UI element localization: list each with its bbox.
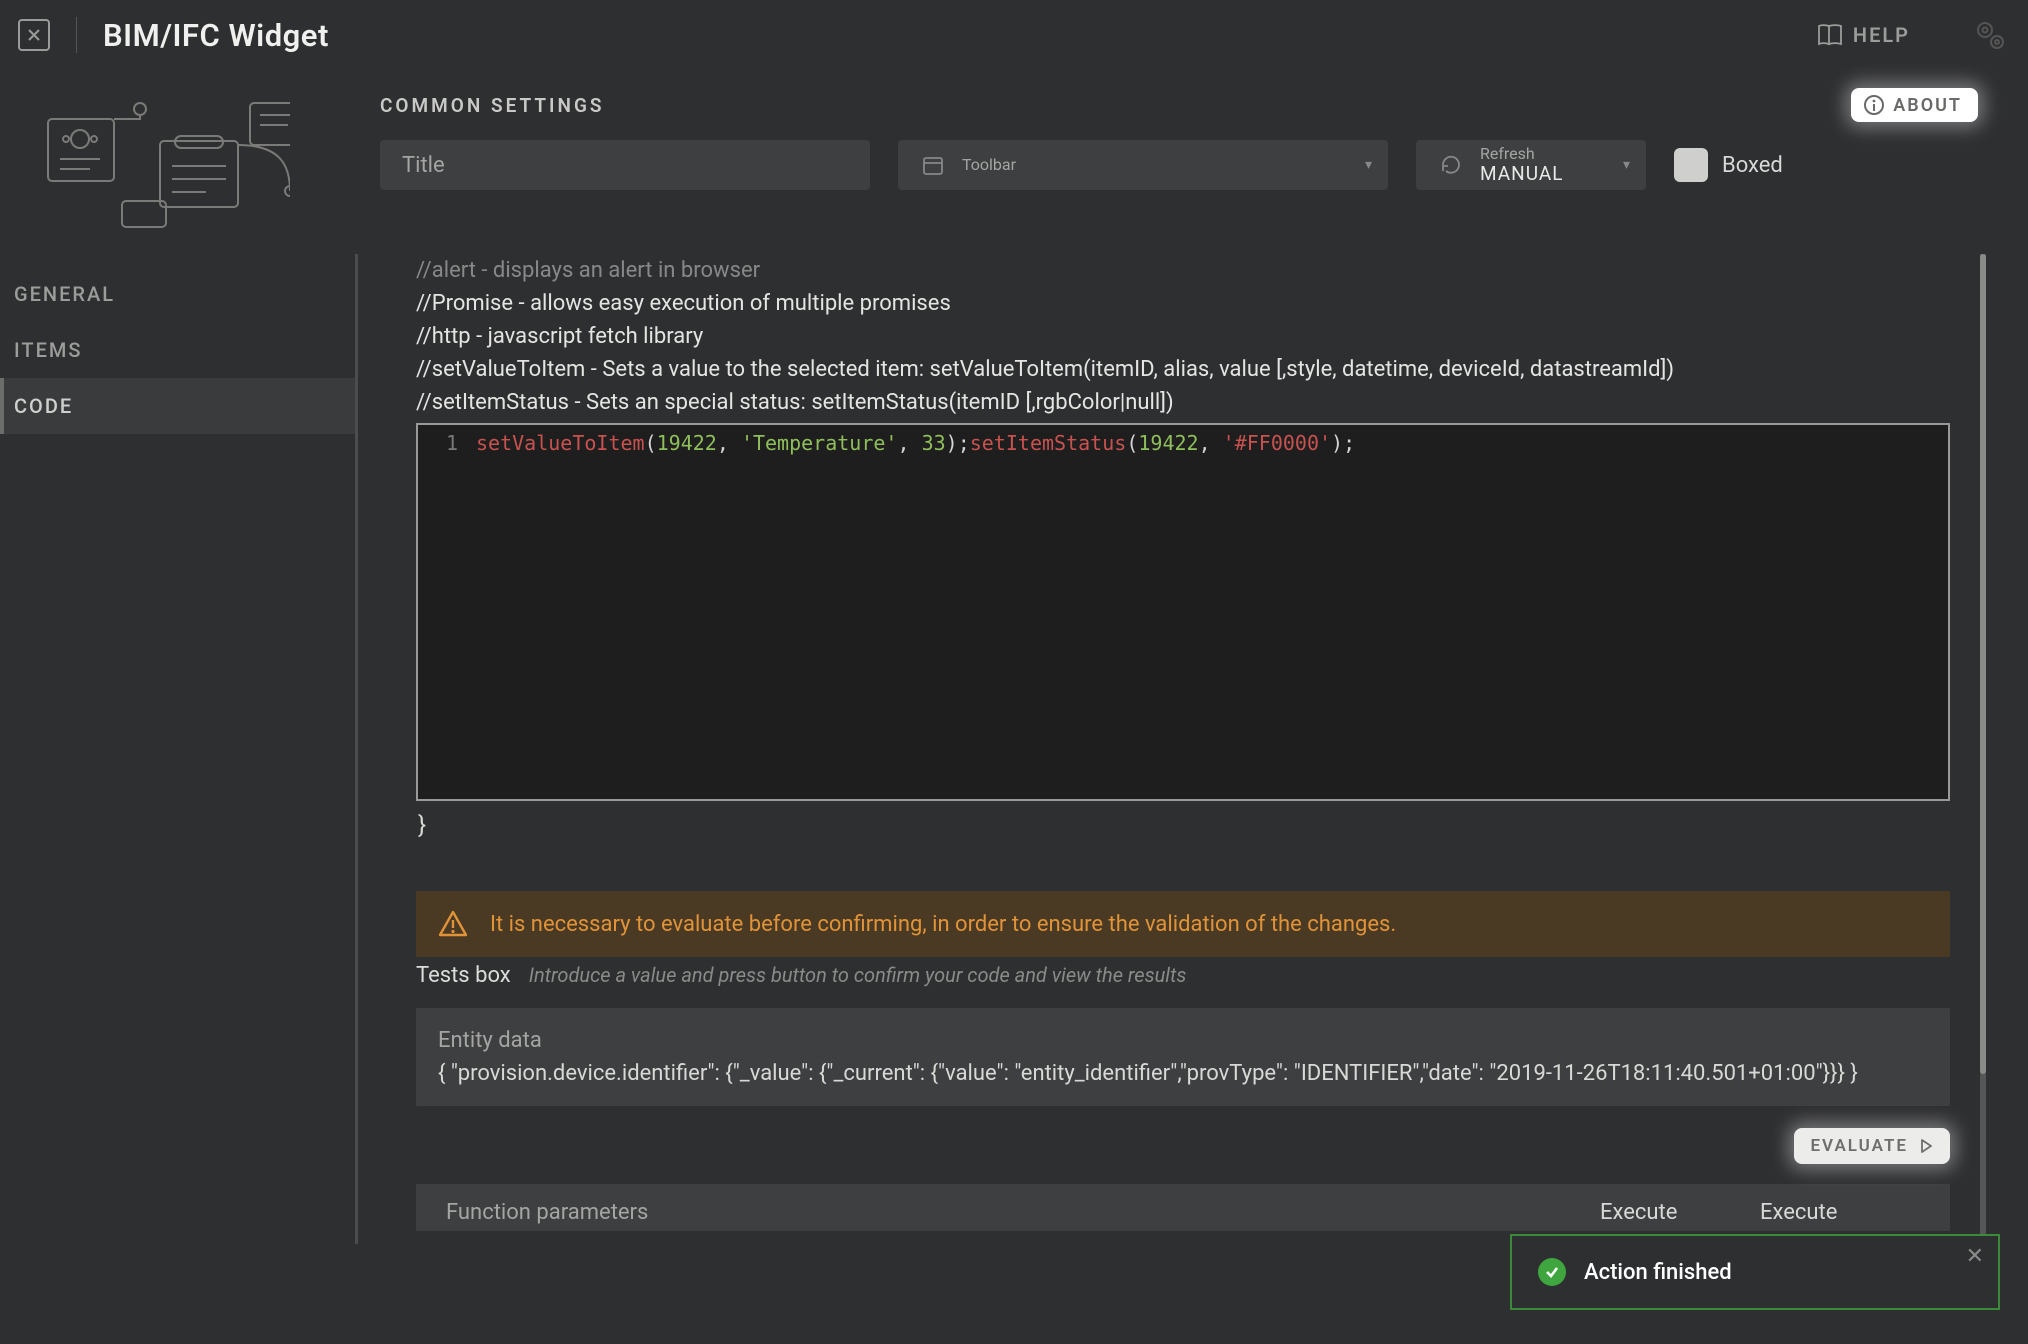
boxed-checkbox[interactable]: [1674, 148, 1708, 182]
tests-box-header: Tests box Introduce a value and press bu…: [416, 963, 1950, 988]
warning-text: It is necessary to evaluate before confi…: [490, 912, 1396, 937]
params-col-execute-2[interactable]: Execute: [1760, 1200, 1920, 1225]
title-input[interactable]: Title: [380, 140, 870, 190]
tests-hint: Introduce a value and press button to co…: [529, 963, 1187, 987]
entity-data-box[interactable]: Entity data { "provision.device.identifi…: [416, 1008, 1950, 1106]
check-icon: [1538, 1258, 1566, 1286]
gears-icon: [1972, 17, 2008, 53]
toast-text: Action finished: [1584, 1260, 1732, 1285]
help-label: HELP: [1853, 23, 1910, 47]
refresh-value: MANUAL: [1480, 163, 1563, 185]
code-comments: //alert - displays an alert in browser /…: [416, 254, 1950, 419]
topbar: BIM/IFC Widget HELP: [0, 0, 2028, 70]
settings-gears-button[interactable]: [1970, 15, 2010, 55]
help-button[interactable]: HELP: [1817, 22, 1910, 48]
tests-title: Tests box: [416, 963, 511, 988]
left-column: GENERAL ITEMS CODE: [0, 70, 356, 434]
settings-header: COMMON SETTINGS: [380, 94, 605, 117]
evaluate-label: EVALUATE: [1810, 1136, 1908, 1156]
evaluate-button[interactable]: EVALUATE: [1794, 1128, 1950, 1164]
function-params-box: Function parameters Execute Execute: [416, 1184, 1950, 1231]
app-title: BIM/IFC Widget: [103, 17, 329, 54]
title-placeholder: Title: [402, 153, 445, 178]
close-icon: [26, 27, 42, 43]
gutter-line: [355, 254, 358, 1244]
nav-items[interactable]: ITEMS: [0, 322, 356, 378]
boxed-field: Boxed: [1674, 148, 1783, 182]
entity-label: Entity data: [438, 1024, 1928, 1057]
refresh-icon: [1434, 148, 1468, 182]
params-col-execute-1[interactable]: Execute: [1600, 1200, 1760, 1225]
warning-bar: It is necessary to evaluate before confi…: [416, 891, 1950, 957]
boxed-label: Boxed: [1722, 153, 1783, 178]
code-line: setValueToItem(19422, 'Temperature', 33)…: [468, 425, 1355, 799]
line-number: 1: [418, 425, 468, 799]
divider: [76, 17, 77, 53]
entity-value: { "provision.device.identifier": {"_valu…: [438, 1057, 1928, 1090]
toast-close-button[interactable]: ✕: [1966, 1244, 1984, 1269]
close-button[interactable]: [18, 19, 50, 51]
widget-illustration: [20, 86, 300, 236]
warning-icon: [438, 909, 468, 939]
toolbar-select[interactable]: Toolbar ▾: [898, 140, 1388, 190]
toast: Action finished ✕: [1510, 1234, 2000, 1310]
chevron-down-icon: ▾: [1365, 157, 1372, 173]
about-label: ABOUT: [1893, 95, 1962, 116]
close-brace: }: [418, 811, 1950, 839]
nav-general[interactable]: GENERAL: [0, 266, 356, 322]
chevron-down-icon: ▾: [1623, 157, 1630, 173]
refresh-select[interactable]: Refresh MANUAL ▾: [1416, 140, 1646, 190]
play-icon: [1918, 1138, 1934, 1154]
refresh-label: Refresh: [1480, 145, 1563, 163]
toolbar-label: Toolbar: [962, 156, 1016, 174]
info-icon: [1863, 94, 1885, 116]
main-area: //alert - displays an alert in browser /…: [356, 254, 1986, 1244]
params-label: Function parameters: [446, 1200, 648, 1225]
about-button[interactable]: ABOUT: [1851, 88, 1978, 122]
book-icon: [1817, 22, 1843, 48]
calendar-icon: [916, 148, 950, 182]
nav-code[interactable]: CODE: [0, 378, 356, 434]
code-editor[interactable]: 1 setValueToItem(19422, 'Temperature', 3…: [416, 423, 1950, 801]
